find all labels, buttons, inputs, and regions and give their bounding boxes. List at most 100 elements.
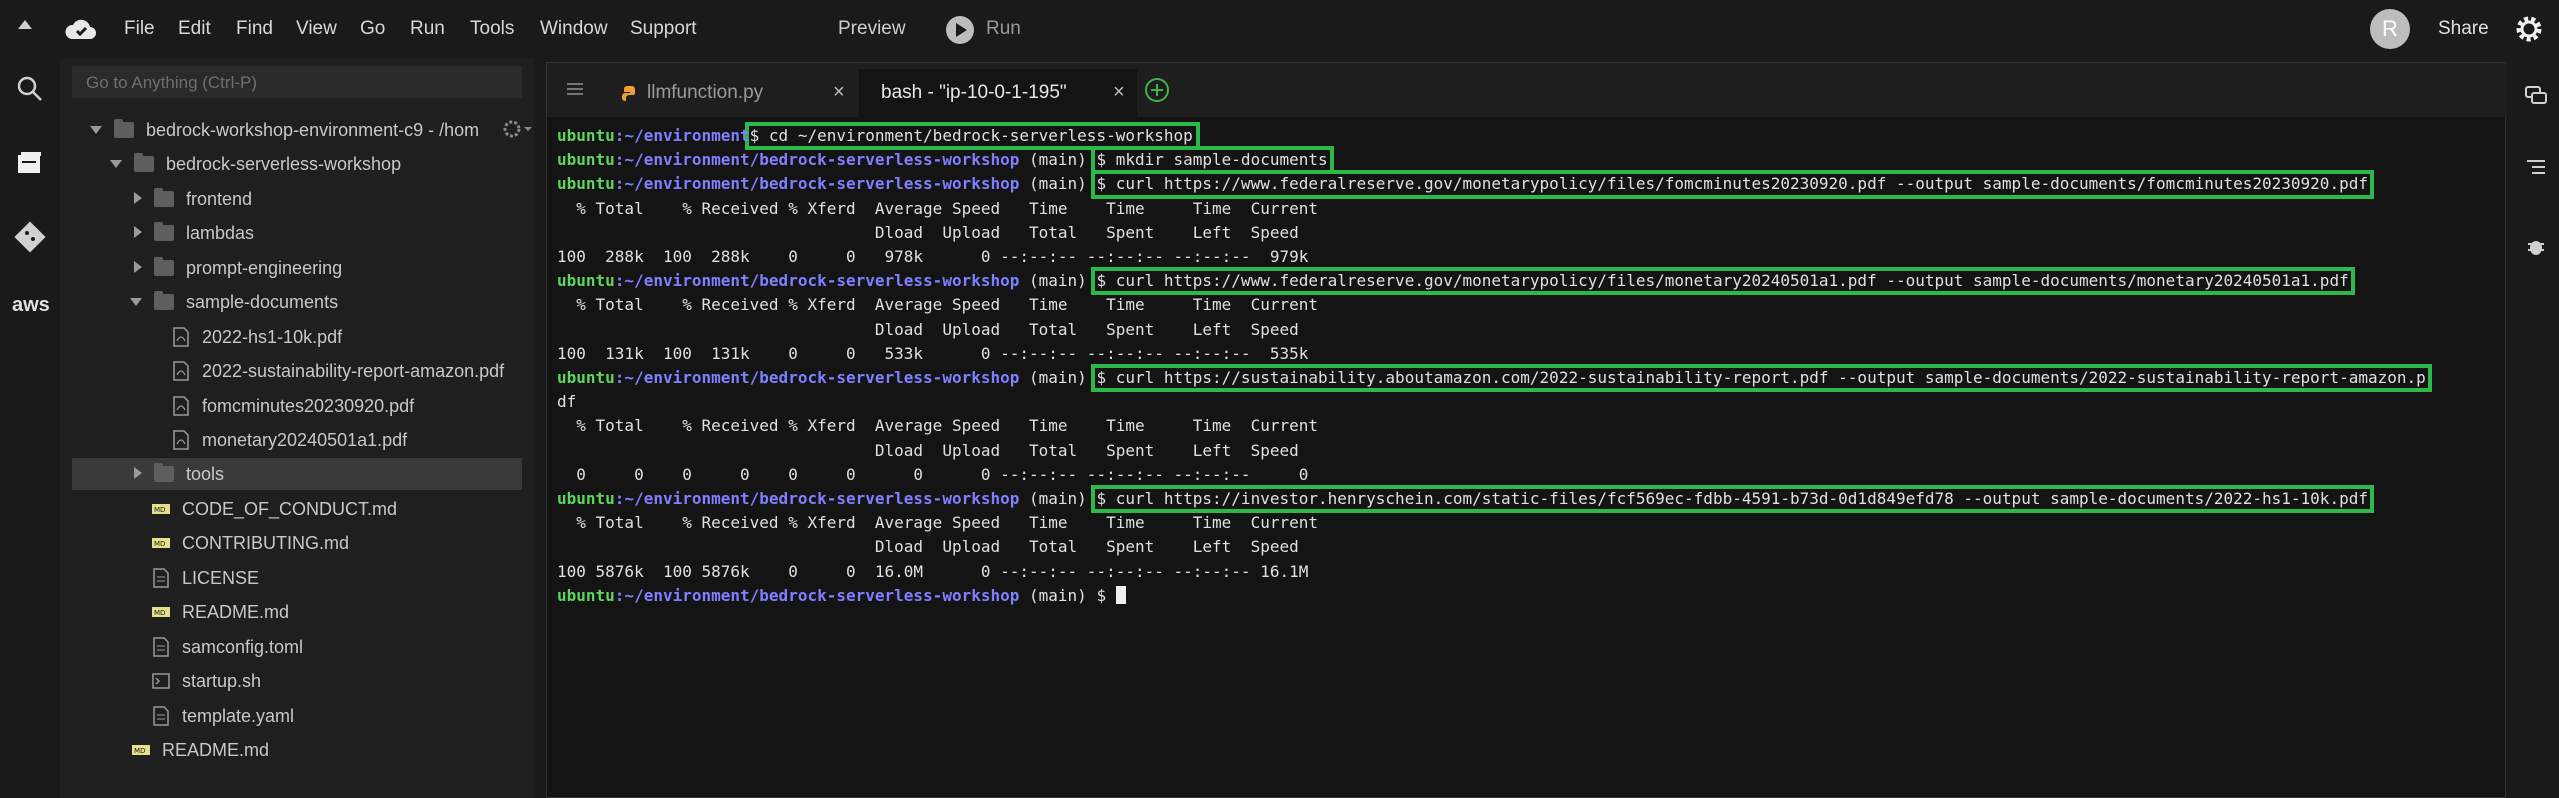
collaborate-chat-icon[interactable] bbox=[2524, 84, 2548, 108]
prompt-path: :~/environment/bedrock-serverless-worksh… bbox=[614, 271, 1020, 291]
menu-run[interactable]: Run bbox=[410, 18, 445, 40]
tree-file-md[interactable]: MD CODE_OF_CONDUCT.md bbox=[72, 493, 522, 525]
tree-folder-sample-documents[interactable]: sample-documents bbox=[72, 286, 522, 318]
pdf-file-icon bbox=[173, 430, 189, 450]
tree-file-pdf[interactable]: monetary20240501a1.pdf bbox=[72, 424, 522, 456]
share-button[interactable]: Share bbox=[2438, 18, 2489, 40]
prompt-branch: (main) bbox=[1019, 585, 1097, 605]
avatar[interactable]: R bbox=[2370, 9, 2410, 49]
menu-file[interactable]: File bbox=[124, 18, 155, 40]
aws-toolkit-icon[interactable]: aws bbox=[12, 294, 50, 317]
run-play-icon[interactable] bbox=[946, 16, 974, 44]
tree-file-text[interactable]: LICENSE bbox=[72, 562, 522, 594]
outline-icon[interactable] bbox=[2524, 156, 2548, 180]
terminal-output-line: Dload Upload Total Spent Left Speed bbox=[557, 222, 1299, 242]
folder-icon bbox=[154, 463, 174, 482]
prompt-path: :~/environment/bedrock-serverless-worksh… bbox=[614, 150, 1020, 170]
menu-view[interactable]: View bbox=[296, 18, 337, 40]
tree-file-text[interactable]: template.yaml bbox=[72, 700, 522, 732]
prompt-branch: (main) bbox=[1019, 368, 1097, 387]
svg-text:MD: MD bbox=[154, 506, 165, 514]
terminal-command: $ curl https://www.federalreserve.gov/mo… bbox=[1096, 174, 2368, 194]
search-icon[interactable] bbox=[13, 72, 47, 106]
folder-icon bbox=[154, 188, 174, 207]
tree-file-md[interactable]: MD README.md bbox=[72, 734, 522, 766]
terminal-prompt-line: ubuntu:~/environment$ cd ~/environment/b… bbox=[557, 125, 1193, 147]
tree-folder-frontend[interactable]: frontend bbox=[72, 183, 522, 215]
tree-file-md[interactable]: MD README.md bbox=[72, 596, 522, 628]
collapse-menu-icon[interactable] bbox=[18, 20, 32, 29]
file-tree-sidebar: Go to Anything (Ctrl-P) bedrock-workshop… bbox=[60, 58, 534, 798]
tab-menu-icon[interactable] bbox=[567, 83, 583, 95]
terminal-output-line: Dload Upload Total Spent Left Speed bbox=[557, 319, 1299, 339]
prompt-user: ubuntu bbox=[557, 150, 615, 170]
tree-folder-lambdas[interactable]: lambdas bbox=[72, 217, 522, 249]
terminal-output-line: % Total % Received % Xferd Average Speed… bbox=[557, 295, 1318, 315]
gear-icon[interactable] bbox=[2514, 14, 2544, 44]
tree-file-pdf[interactable]: 2022-hs1-10k.pdf bbox=[72, 321, 522, 353]
terminal-output-line: df bbox=[557, 392, 577, 412]
tree-file-text[interactable]: samconfig.toml bbox=[72, 631, 522, 663]
terminal-prompt-line: ubuntu:~/environment/bedrock-serverless-… bbox=[557, 585, 1126, 607]
close-tab-icon[interactable]: × bbox=[833, 81, 845, 104]
left-icon-rail: aws bbox=[0, 58, 60, 798]
prompt-branch: (main) bbox=[1019, 174, 1097, 194]
markdown-file-icon: MD bbox=[152, 607, 170, 617]
pdf-file-icon bbox=[173, 327, 189, 347]
tree-folder-tools[interactable]: tools bbox=[72, 458, 522, 490]
menu-window[interactable]: Window bbox=[540, 18, 608, 40]
terminal-command: $ mkdir sample-documents bbox=[1096, 150, 1328, 170]
terminal-prompt-line: ubuntu:~/environment/bedrock-serverless-… bbox=[557, 270, 2349, 292]
tab-bash-terminal[interactable]: bash - "ip-10-0-1-195" × bbox=[859, 69, 1137, 117]
tree-file-shell[interactable]: startup.sh bbox=[72, 665, 522, 697]
prompt-path: :~/environment/bedrock-serverless-worksh… bbox=[614, 489, 1020, 508]
preview-button[interactable]: Preview bbox=[838, 18, 906, 40]
terminal-output-line: 0 0 0 0 0 0 0 0 --:--:-- --:--:-- --:--:… bbox=[557, 464, 1309, 484]
terminal-prompt-line: ubuntu:~/environment/bedrock-serverless-… bbox=[557, 173, 2368, 195]
folder-icon bbox=[154, 291, 174, 310]
terminal-output-line: % Total % Received % Xferd Average Speed… bbox=[557, 416, 1318, 436]
terminal-output-line: % Total % Received % Xferd Average Speed… bbox=[557, 198, 1318, 218]
run-button[interactable]: Run bbox=[986, 18, 1021, 40]
tree-file-pdf[interactable]: 2022-sustainability-report-amazon.pdf bbox=[72, 355, 522, 387]
debugger-bug-icon[interactable] bbox=[2524, 234, 2548, 258]
tree-file-pdf[interactable]: fomcminutes20230920.pdf bbox=[72, 390, 522, 422]
prompt-path: :~/environment/bedrock-serverless-worksh… bbox=[614, 585, 1020, 605]
tree-file-md[interactable]: MD CONTRIBUTING.md bbox=[72, 527, 522, 559]
prompt-user: ubuntu bbox=[557, 271, 615, 291]
tab-llmfunction[interactable]: llmfunction.py × bbox=[607, 69, 857, 117]
environment-folders-icon[interactable] bbox=[13, 146, 47, 180]
cloud9-logo-icon[interactable] bbox=[64, 17, 98, 41]
terminal-command: $ bbox=[1096, 585, 1116, 605]
terminal-output-line: 100 288k 100 288k 0 0 978k 0 --:--:-- --… bbox=[557, 247, 1309, 266]
folder-icon bbox=[154, 222, 174, 241]
tree-folder-bedrock-serverless-workshop[interactable]: bedrock-serverless-workshop bbox=[72, 148, 522, 180]
menu-edit[interactable]: Edit bbox=[178, 18, 211, 40]
source-control-icon[interactable] bbox=[13, 220, 47, 254]
tree-folder-prompt-engineering[interactable]: prompt-engineering bbox=[72, 252, 522, 284]
folder-icon bbox=[114, 119, 134, 138]
close-tab-icon[interactable]: × bbox=[1113, 81, 1125, 104]
menu-go[interactable]: Go bbox=[360, 18, 385, 40]
terminal-output-line: 100 131k 100 131k 0 0 533k 0 --:--:-- --… bbox=[557, 343, 1309, 363]
prompt-path: :~/environment/bedrock-serverless-worksh… bbox=[614, 174, 1020, 194]
prompt-user: ubuntu bbox=[557, 368, 615, 387]
prompt-path: :~/environment bbox=[614, 126, 750, 145]
menu-find[interactable]: Find bbox=[236, 18, 273, 40]
prompt-user: ubuntu bbox=[557, 585, 615, 605]
prompt-branch: (main) bbox=[1019, 489, 1097, 508]
terminal-output-line: Dload Upload Total Spent Left Speed bbox=[557, 537, 1299, 557]
prompt-user: ubuntu bbox=[557, 489, 615, 508]
text-file-icon bbox=[153, 568, 169, 588]
pdf-file-icon bbox=[173, 396, 189, 416]
new-tab-icon[interactable] bbox=[1145, 78, 1169, 102]
menu-tools[interactable]: Tools bbox=[470, 18, 514, 40]
python-file-icon bbox=[622, 86, 635, 101]
terminal-command: $ curl https://investor.henryschein.com/… bbox=[1096, 489, 2368, 508]
tree-root-folder[interactable]: bedrock-workshop-environment-c9 - /hom bbox=[72, 114, 522, 146]
terminal-output[interactable]: ubuntu:~/environment$ cd ~/environment/b… bbox=[557, 122, 2497, 785]
terminal-prompt-line: ubuntu:~/environment/bedrock-serverless-… bbox=[557, 149, 1328, 171]
go-to-anything-input[interactable]: Go to Anything (Ctrl-P) bbox=[72, 66, 522, 98]
menu-support[interactable]: Support bbox=[630, 18, 697, 40]
prompt-branch: (main) bbox=[1019, 271, 1097, 291]
